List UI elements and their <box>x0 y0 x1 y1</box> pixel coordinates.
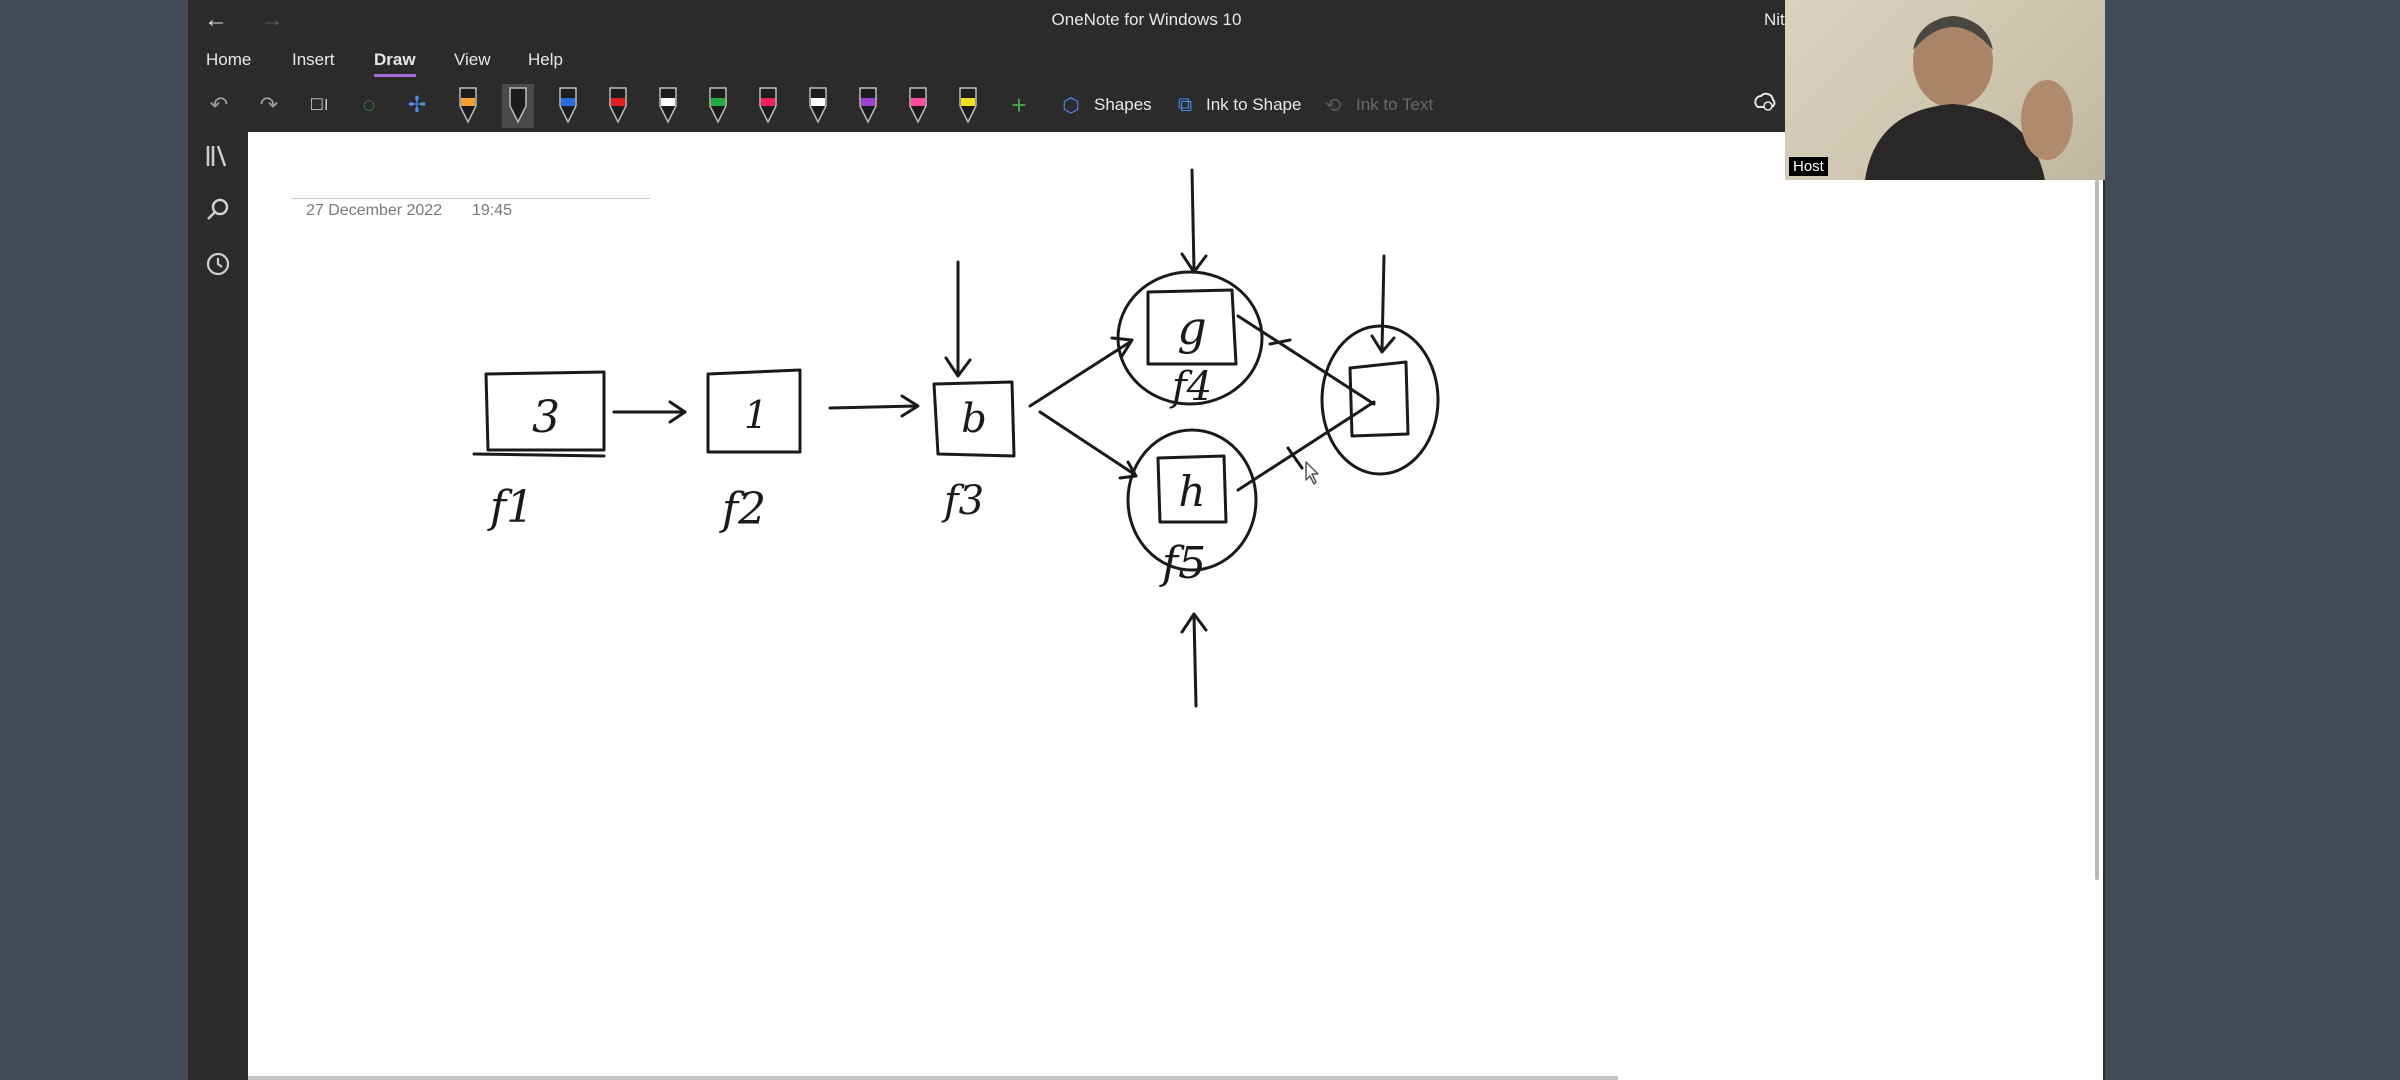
pen-9-icon[interactable] <box>852 84 884 128</box>
pen-8-icon[interactable] <box>802 84 834 128</box>
tab-view[interactable]: View <box>454 50 491 70</box>
tab-home[interactable]: Home <box>206 50 251 70</box>
vertical-scrollbar[interactable] <box>2095 180 2099 880</box>
function-label-f5: f5 <box>1159 538 1206 589</box>
host-video: Host <box>1785 0 2105 180</box>
box-label-g: g <box>1177 301 1206 355</box>
pen-5-icon[interactable] <box>652 84 684 128</box>
shapes-button[interactable]: Shapes <box>1094 95 1152 115</box>
pen-3-icon[interactable] <box>552 84 584 128</box>
box-label-1: 1 <box>744 393 768 437</box>
function-label-f1: f1 <box>487 482 534 533</box>
search-icon[interactable] <box>204 196 232 224</box>
arrow-into-g <box>1180 168 1208 274</box>
ink-to-text-icon: ⟲ <box>1324 94 1342 117</box>
function-label-f2: f2 <box>719 484 766 535</box>
pen-2-icon[interactable] <box>502 84 534 128</box>
ink-to-shape-icon[interactable]: ⧉ <box>1170 90 1200 120</box>
tab-insert[interactable]: Insert <box>292 50 335 70</box>
box-output <box>1348 360 1410 438</box>
add-pen-icon[interactable]: + <box>1004 90 1034 120</box>
pen-6-icon[interactable] <box>702 84 734 128</box>
arrow-into-output <box>1370 254 1396 354</box>
note-canvas[interactable]: 27 December 2022 19:45 3 1 b g h f1 f2 f… <box>248 132 2103 1080</box>
tab-help[interactable]: Help <box>528 50 563 70</box>
lasso-select-icon[interactable]: ◌ <box>354 90 384 120</box>
redo-icon[interactable]: ↷ <box>254 90 284 120</box>
left-navigation <box>188 132 248 1080</box>
pen-4-icon[interactable] <box>602 84 634 128</box>
ink-drawing: 3 1 b g h f1 f2 f3 f4 f5 <box>472 168 1440 708</box>
arrow-1-to-b <box>828 394 920 418</box>
function-label-f4: f4 <box>1169 364 1212 410</box>
cursor-icon <box>1305 461 1319 485</box>
box-label-b: b <box>961 396 987 442</box>
add-space-icon[interactable]: ✢ <box>402 90 432 120</box>
type-select-icon[interactable]: ☐I <box>304 90 334 120</box>
function-label-f3: f3 <box>941 478 984 524</box>
undo-icon[interactable]: ↶ <box>204 90 234 120</box>
user-name[interactable]: Nit <box>1764 10 1785 30</box>
pen-7-icon[interactable] <box>752 84 784 128</box>
tab-draw[interactable]: Draw <box>374 50 416 77</box>
ink-to-shape-button[interactable]: Ink to Shape <box>1206 95 1301 115</box>
pen-1-icon[interactable] <box>452 84 484 128</box>
box-label-3: 3 <box>532 392 560 443</box>
arrow-into-b <box>944 260 972 378</box>
arrow-3-to-1 <box>612 400 687 424</box>
ink-to-text-button: Ink to Text <box>1356 95 1434 114</box>
recent-notes-icon[interactable] <box>204 250 232 278</box>
arrow-into-h <box>1180 612 1208 708</box>
arrow-b-to-h <box>1038 410 1138 480</box>
box-label-h: h <box>1178 467 1205 516</box>
horizontal-scrollbar[interactable] <box>248 1076 1618 1080</box>
host-silhouette <box>1865 16 2073 180</box>
notebooks-icon[interactable] <box>204 142 232 170</box>
shapes-icon[interactable]: ⬡ <box>1056 90 1086 120</box>
pen-10-icon[interactable] <box>902 84 934 128</box>
pen-11-icon[interactable] <box>952 84 984 128</box>
arrow-b-to-g <box>1028 336 1134 408</box>
host-label: Host <box>1789 157 1828 176</box>
